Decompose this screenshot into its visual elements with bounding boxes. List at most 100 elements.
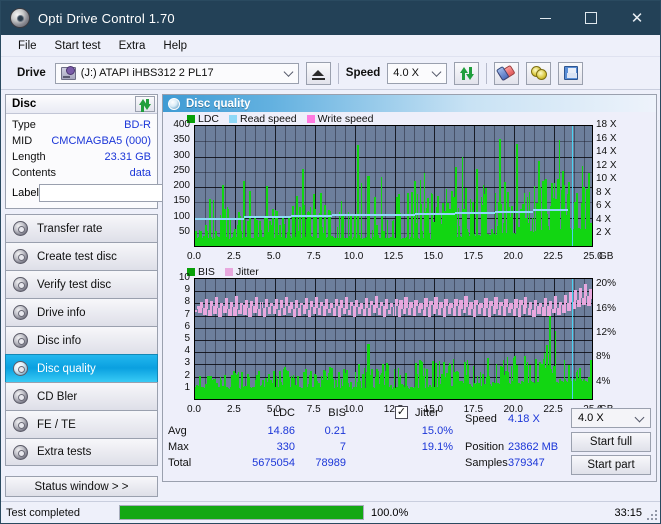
jitter-checkbox[interactable]: ✓	[395, 406, 408, 419]
data-bar-spike	[579, 367, 581, 399]
start-full-button[interactable]: Start full	[571, 432, 651, 452]
disc-row-length-value: 23.31 GB	[104, 151, 151, 163]
drive-label: Drive	[17, 67, 46, 79]
menu-item-help[interactable]: Help	[154, 38, 196, 54]
data-bar-spike	[549, 313, 551, 399]
close-button[interactable]: ✕	[614, 1, 660, 35]
jitter-point	[421, 302, 423, 310]
jitter-point	[446, 299, 448, 306]
stats-total-ldc: 5675054	[252, 457, 295, 469]
sidebar-item-create-test-disc[interactable]: Create test disc	[5, 242, 158, 270]
y2-axis-tick: 16 X	[596, 132, 617, 144]
chevron-down-icon	[283, 67, 294, 77]
sidebar-item-disc-info[interactable]: Disc info	[5, 326, 158, 354]
data-bar-spike	[567, 188, 570, 246]
menu-item-extra[interactable]: Extra	[110, 38, 155, 54]
data-bar-spike	[593, 179, 594, 246]
erase-button[interactable]	[494, 61, 520, 85]
data-bar-spike	[445, 188, 448, 246]
data-bar-spike	[443, 210, 446, 246]
data-bar-spike	[383, 385, 385, 399]
bottom-chart-legend: BIS Jitter	[163, 265, 656, 278]
sidebar-item-extra-tests[interactable]: Extra tests	[5, 438, 158, 466]
x-axis-tick: 22.5	[543, 251, 563, 262]
data-bar-spike	[501, 367, 504, 399]
data-bar-spike	[472, 366, 475, 399]
jitter-point	[356, 299, 358, 308]
data-bar-spike	[356, 145, 359, 246]
y-axis-tick: 350	[173, 134, 190, 146]
data-bar-spike	[422, 375, 425, 399]
data-bar-spike	[261, 387, 264, 399]
minimize-button[interactable]	[522, 1, 568, 35]
read-speed-segment	[495, 210, 534, 213]
legend-item: LDC	[187, 113, 219, 125]
menu-item-start-test[interactable]: Start test	[46, 38, 110, 54]
disc-refresh-button[interactable]	[135, 96, 155, 112]
data-bar-spike	[507, 192, 509, 246]
left-sidebar: Disc Type BD-R MID CMCMAGBA5 (000) Lengt…	[5, 94, 241, 497]
data-bar-spike	[453, 197, 455, 246]
y2-axis-tick: 8 X	[596, 186, 612, 198]
drive-toolbar: Drive (J:) ATAPI iHBS312 2 PL17 Speed 4.…	[1, 57, 660, 90]
jitter-point	[456, 298, 458, 307]
speed-select[interactable]: 4.0 X	[387, 62, 448, 84]
disc-quality-panel: Disc quality LDC Read speed Write speed 40…	[162, 94, 657, 482]
y2-axis-tick: 2 X	[596, 227, 612, 239]
sidebar-item-fe-te[interactable]: FE / TE	[5, 410, 158, 438]
data-bar-spike	[386, 219, 389, 246]
data-bar-spike	[347, 383, 349, 399]
jitter-point	[266, 299, 269, 308]
y-axis-tick: 400	[173, 119, 190, 130]
data-bar-spike	[558, 139, 561, 246]
data-bar-spike	[458, 225, 461, 246]
sidebar-item-transfer-rate[interactable]: Transfer rate	[5, 214, 158, 242]
jitter-point	[545, 297, 548, 307]
data-bar-spike	[416, 194, 419, 246]
drive-select[interactable]: (J:) ATAPI iHBS312 2 PL17	[54, 62, 299, 84]
data-bar-spike	[338, 380, 340, 399]
data-bar-spike	[302, 169, 305, 246]
progress-percent: 100.0%	[371, 506, 409, 519]
disc-row-mid-value: CMCMAGBA5 (000)	[51, 135, 151, 147]
data-bar	[592, 228, 593, 246]
start-part-button[interactable]: Start part	[571, 455, 651, 475]
sidebar-item-drive-info[interactable]: Drive info	[5, 298, 158, 326]
data-bar-spike	[253, 217, 256, 246]
maximize-button[interactable]	[568, 1, 614, 35]
data-bar-spike	[526, 361, 529, 399]
progress-bar-fill	[120, 506, 363, 519]
floppy-save-icon	[563, 66, 578, 80]
refresh-icon	[459, 66, 474, 80]
jitter-point	[436, 296, 438, 309]
data-bar-spike	[449, 367, 452, 399]
data-bar-spike	[256, 219, 259, 246]
menu-item-file[interactable]: File	[9, 38, 46, 54]
status-window-button[interactable]: Status window > >	[5, 476, 158, 497]
bottom-chart: 10 9 8 7 6 5 4 3 2 1 20% 16% 12% 8% 4% 0.0 2.5 5.0 7.5 10.0…	[163, 272, 656, 418]
data-bar-spike	[216, 388, 219, 399]
refresh-button[interactable]	[454, 61, 480, 85]
status-bar: Test completed 100.0% 33:15	[1, 501, 660, 523]
speed-select-secondary[interactable]: 4.0 X	[571, 408, 651, 428]
sidebar-item-disc-quality[interactable]: Disc quality	[5, 354, 158, 382]
sidebar-item-verify-test-disc[interactable]: Verify test disc	[5, 270, 158, 298]
y-axis-tick: 7	[184, 308, 190, 320]
position-marker-line	[572, 126, 574, 246]
transfer-rate-icon	[13, 221, 28, 236]
legend-label: Jitter	[235, 265, 259, 278]
create-test-disc-icon	[13, 249, 28, 264]
jitter-point	[336, 298, 338, 307]
data-bar-spike	[482, 384, 485, 399]
discs-button[interactable]	[526, 61, 552, 85]
save-button[interactable]	[558, 61, 584, 85]
data-bar-spike	[544, 194, 546, 246]
y-axis-tick: 100	[173, 210, 190, 222]
sidebar-item-label: Extra tests	[37, 446, 92, 458]
resize-grip[interactable]	[647, 510, 657, 520]
data-bar-spike	[455, 167, 458, 246]
eject-button[interactable]	[305, 61, 331, 85]
sidebar-item-cd-bler[interactable]: CD Bler	[5, 382, 158, 410]
jitter-point	[470, 301, 473, 309]
data-bar-spike	[368, 203, 370, 246]
